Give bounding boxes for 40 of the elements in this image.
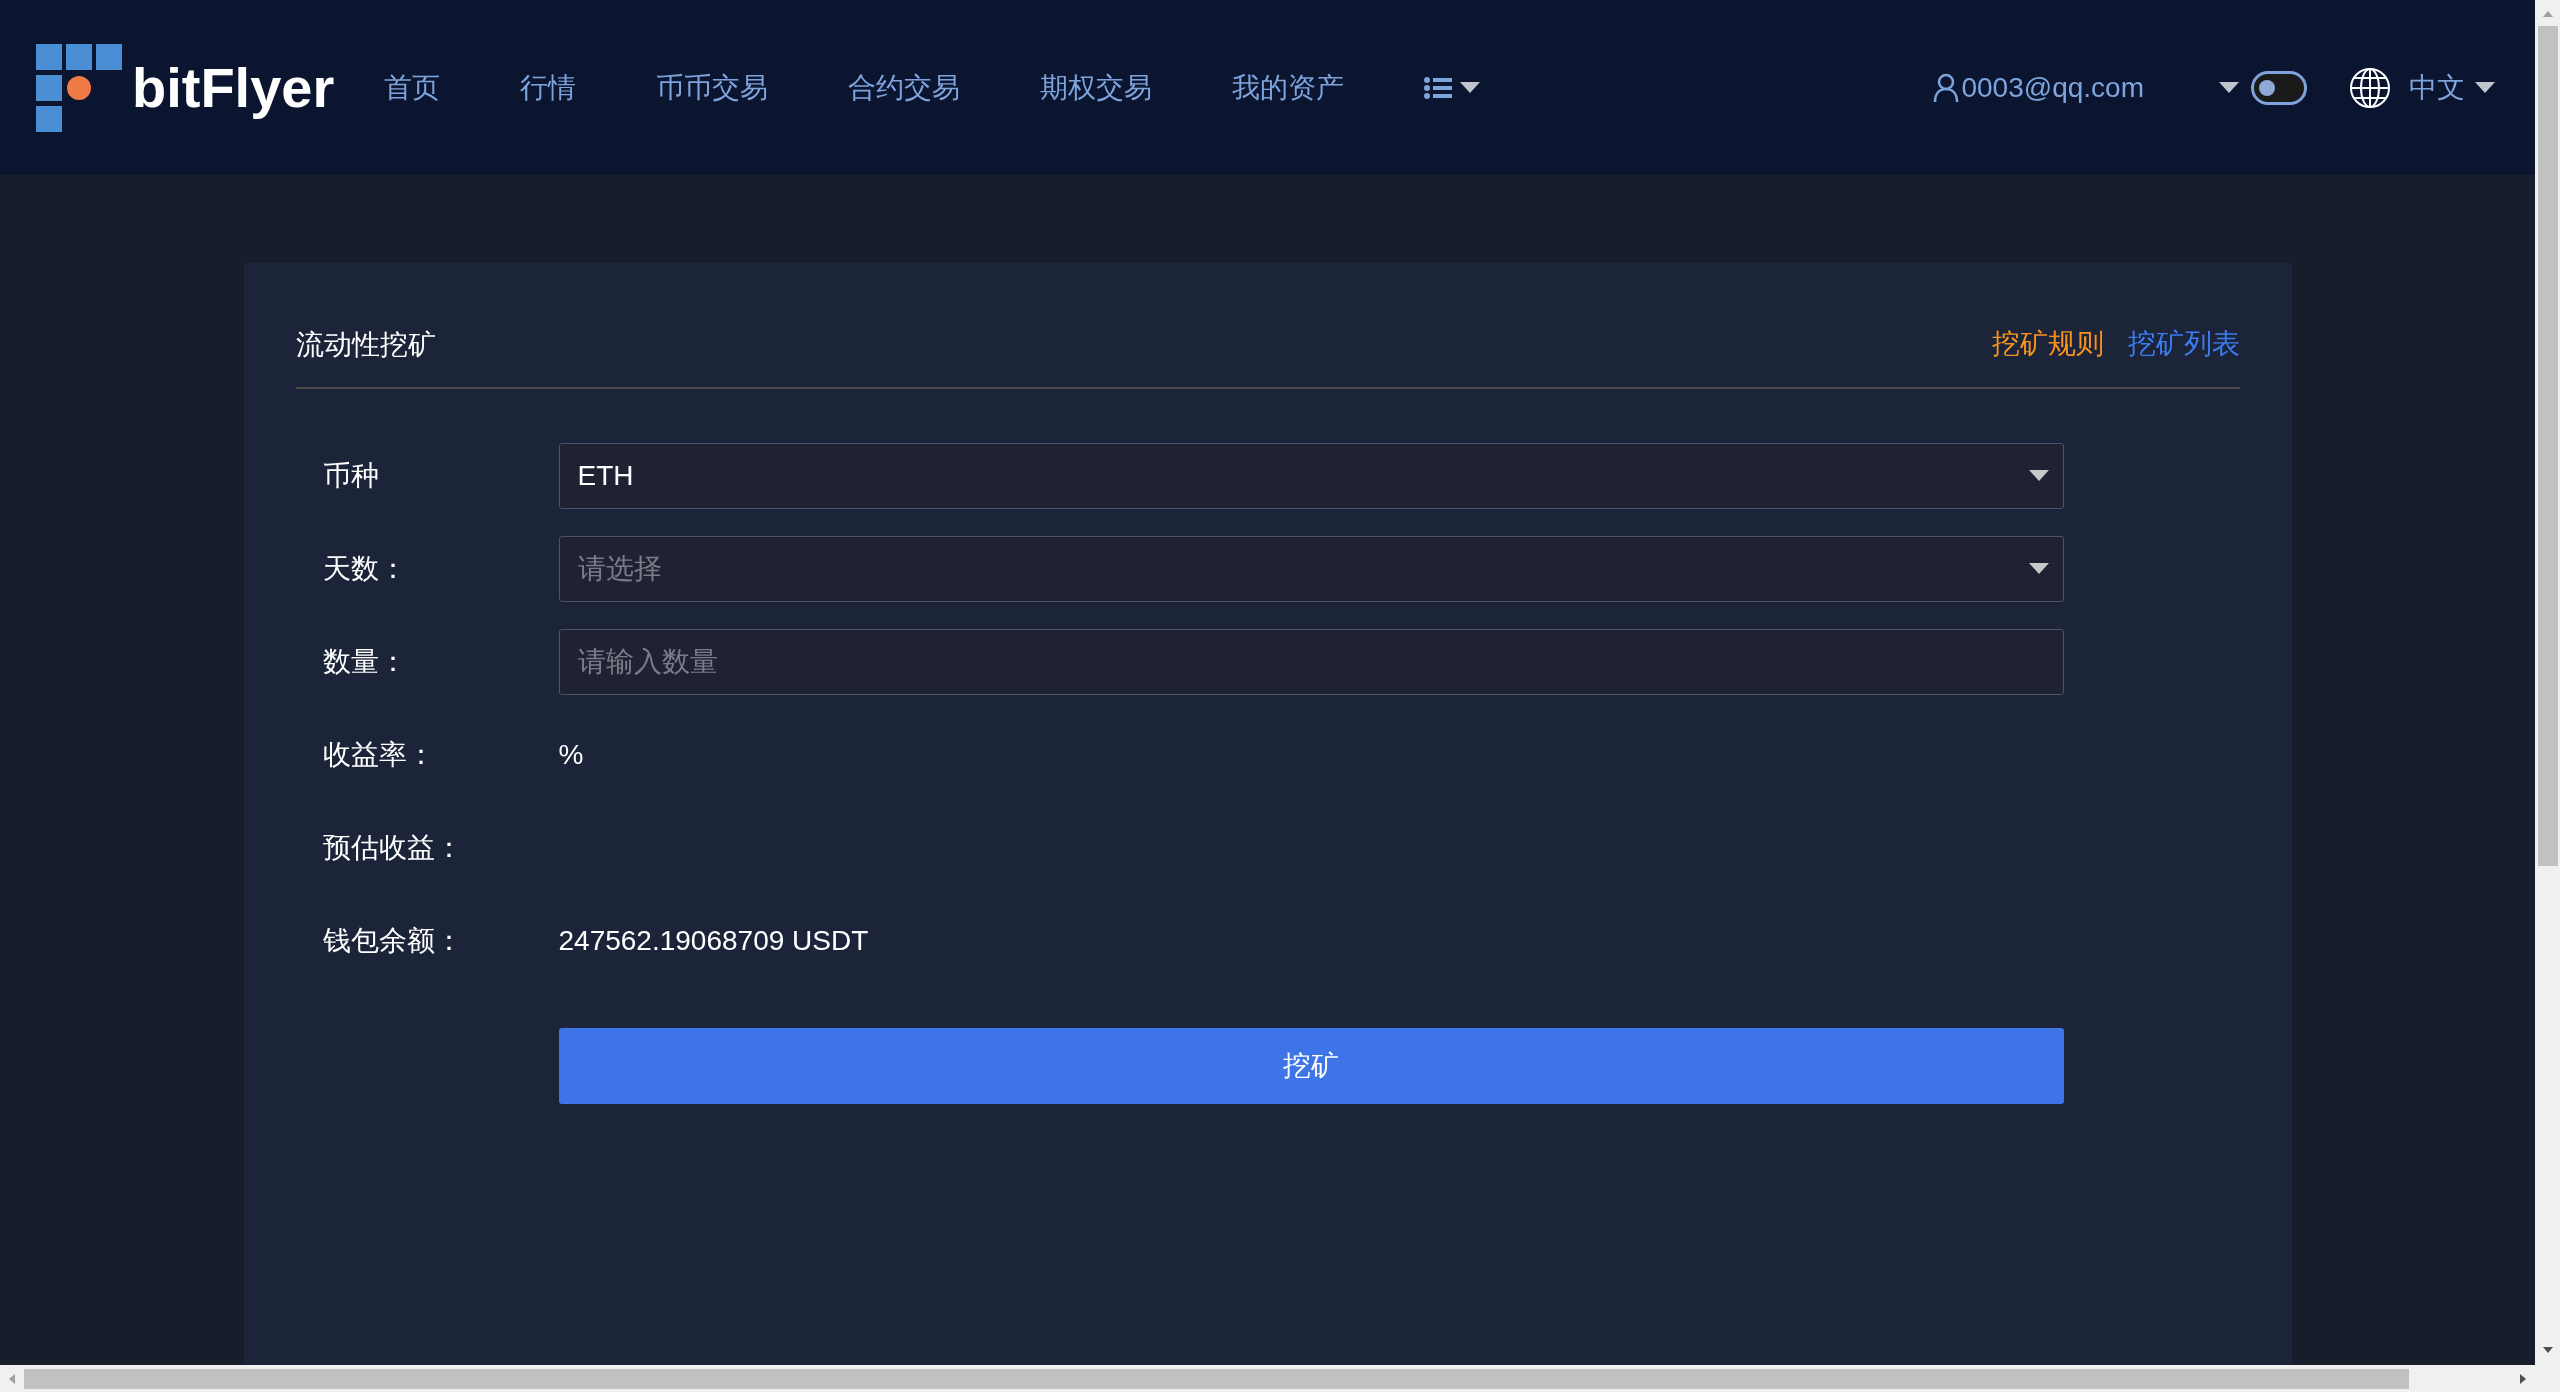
nav-link[interactable]: 币币交易	[656, 66, 769, 109]
select-field[interactable]: 请选择	[558, 536, 2064, 602]
dropdown-caret-icon	[2028, 470, 2049, 482]
scrollbar-thumb[interactable]	[24, 1368, 2409, 1389]
mine-button[interactable]: 挖矿	[558, 1028, 2064, 1104]
nav-link[interactable]: 期权交易	[1040, 66, 1153, 109]
field-label: 钱包余额：	[322, 924, 464, 958]
dropdown-caret-icon	[2028, 563, 2049, 575]
field-label: 币种	[322, 459, 380, 493]
select-field[interactable]: ETH	[558, 443, 2064, 509]
scrollbar-thumb[interactable]	[2537, 26, 2558, 866]
nav-link[interactable]: 行情	[520, 66, 577, 109]
field-label: 天数：	[322, 552, 408, 586]
field-label: 收益率：	[322, 738, 436, 772]
vertical-scrollbar[interactable]	[2535, 0, 2560, 1392]
user-icon	[1933, 72, 1960, 103]
field-value: %	[558, 738, 584, 772]
header-link[interactable]: 挖矿规则	[1991, 323, 2104, 365]
nav-link[interactable]: 首页	[384, 66, 441, 109]
field-label: 预估收益：	[322, 831, 464, 865]
field-value: 247562.19068709 USDT	[558, 924, 869, 958]
caret-icon	[2219, 81, 2239, 94]
globe-icon	[2349, 66, 2391, 109]
logo-icon	[36, 43, 122, 132]
input-field[interactable]: 请输入数量	[558, 629, 2064, 695]
user-account-link[interactable]: 0003@qq.com	[1933, 66, 2144, 109]
account-dropdown-button[interactable]	[2219, 81, 2239, 94]
nav-link[interactable]: 合约交易	[848, 66, 961, 109]
field-label: 数量：	[322, 645, 408, 679]
language-selector[interactable]: 中文	[2349, 66, 2495, 109]
menu-button[interactable]	[1424, 76, 1481, 99]
caret-icon	[2475, 81, 2495, 94]
list-icon	[1424, 76, 1453, 99]
nav-link[interactable]: 我的资产	[1232, 66, 1345, 109]
horizontal-scrollbar[interactable]	[0, 1365, 2535, 1392]
caret-icon	[1460, 81, 1481, 94]
card-title: 流动性挖矿	[295, 328, 436, 362]
user-email: 0003@qq.com	[1961, 70, 2144, 105]
theme-toggle[interactable]	[2251, 70, 2307, 105]
header-link[interactable]: 挖矿列表	[2127, 323, 2240, 365]
